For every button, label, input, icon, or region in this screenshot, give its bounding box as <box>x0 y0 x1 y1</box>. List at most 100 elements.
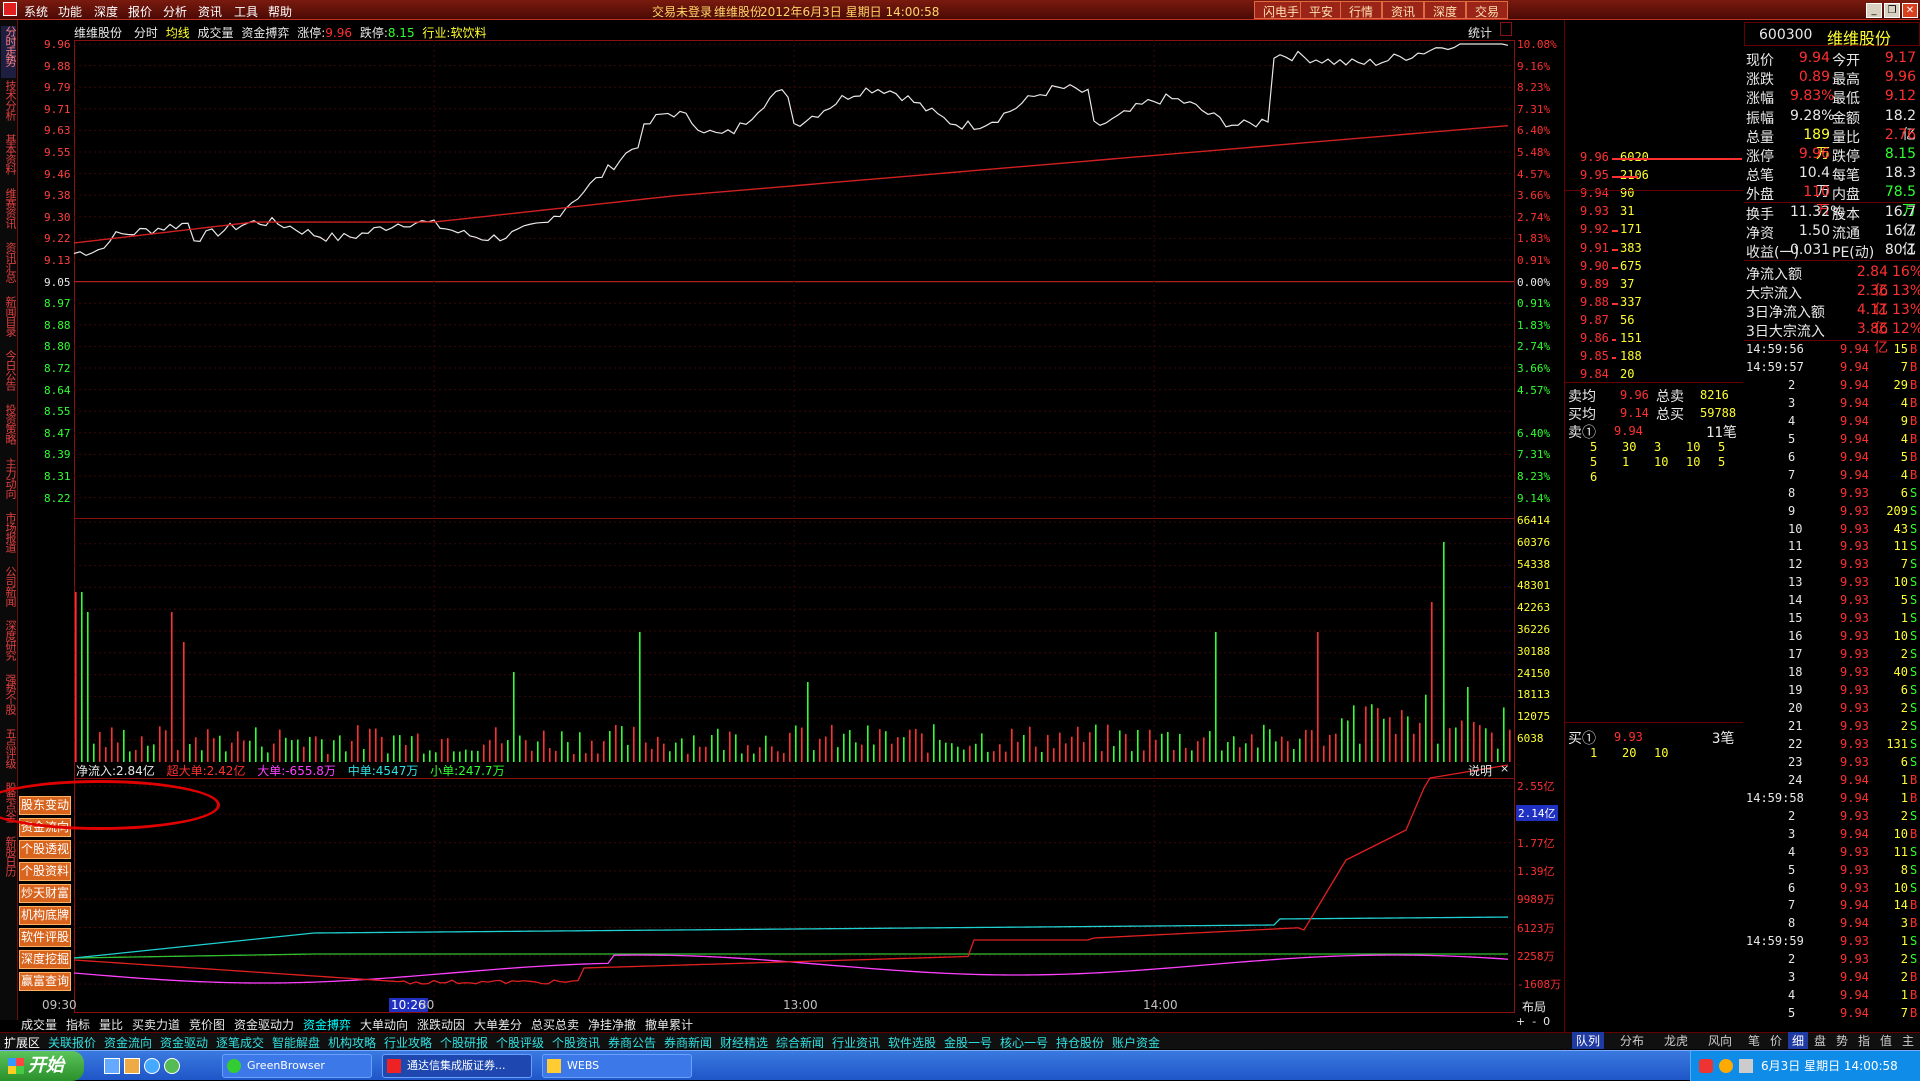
task-tdx[interactable]: 通达信集成版证券... <box>382 1054 532 1078</box>
ext-tab-6[interactable]: 机构攻略 <box>328 1034 376 1051</box>
trade-button[interactable]: 交易 <box>1466 1 1509 19</box>
feature-button-2[interactable]: 个股透视 <box>19 840 71 859</box>
ext-tab-18[interactable]: 核心一号 <box>1000 1034 1048 1051</box>
restore-icon[interactable]: ❐ <box>1884 3 1900 18</box>
vtab-9[interactable]: 市场报道 <box>1 512 17 564</box>
intraday-chart[interactable] <box>74 40 1515 1012</box>
pingan-button[interactable]: 平安 <box>1300 1 1343 19</box>
vtab-11[interactable]: 深度研究 <box>1 620 17 672</box>
menu-item-tools[interactable]: 工具 <box>234 3 258 20</box>
tray-clock[interactable]: 6月3日 星期日 14:00:58 <box>1761 1051 1898 1081</box>
indicator-tab-0[interactable]: 成交量 <box>21 1016 57 1033</box>
indicator-tab-6[interactable]: 资金搏弈 <box>303 1016 351 1033</box>
ext-tab-12[interactable]: 券商新闻 <box>664 1034 712 1051</box>
right-tab-11[interactable]: 主 <box>1898 1032 1918 1049</box>
vtab-7[interactable]: 投资策略 <box>1 404 17 456</box>
indicator-tab-11[interactable]: 净挂净撤 <box>588 1016 636 1033</box>
vtab-15[interactable]: 新股日历 <box>1 836 17 888</box>
task-webs[interactable]: WEBS <box>542 1054 692 1078</box>
layout-button[interactable]: 布局 <box>1522 998 1546 1015</box>
indicator-tab-1[interactable]: 指标 <box>66 1016 90 1033</box>
ext-tab-17[interactable]: 金股一号 <box>944 1034 992 1051</box>
ext-tab-3[interactable]: 资金驱动 <box>160 1034 208 1051</box>
minimize-icon[interactable]: _ <box>1866 3 1882 18</box>
right-tab-6[interactable]: 细 <box>1788 1032 1809 1049</box>
ext-tab-7[interactable]: 行业攻略 <box>384 1034 432 1051</box>
vtab-3[interactable]: 维赛资讯 <box>1 188 17 240</box>
feature-button-7[interactable]: 深度挖掘 <box>19 950 71 969</box>
feature-button-6[interactable]: 软件评股 <box>19 928 71 947</box>
volume-toggle[interactable]: 成交量 <box>198 26 234 40</box>
indicator-tab-9[interactable]: 大单差分 <box>474 1016 522 1033</box>
indicator-tab-8[interactable]: 涨跌动因 <box>417 1016 465 1033</box>
news-button[interactable]: 资讯 <box>1382 1 1425 19</box>
indicator-tab-12[interactable]: 撤单累计 <box>645 1016 693 1033</box>
right-tab-7[interactable]: 盘 <box>1810 1032 1830 1049</box>
right-tab-5[interactable]: 价 <box>1766 1032 1786 1049</box>
ext-tab-4[interactable]: 逐笔成交 <box>216 1034 264 1051</box>
ext-tab-8[interactable]: 个股研报 <box>440 1034 488 1051</box>
task-greenbrowser[interactable]: GreenBrowser <box>222 1054 372 1078</box>
tray-network-icon[interactable] <box>1719 1059 1733 1073</box>
period-label[interactable]: 分时 <box>134 26 158 40</box>
volume-icon[interactable] <box>1739 1059 1753 1073</box>
menu-item-quote[interactable]: 报价 <box>128 3 152 20</box>
ext-tab-9[interactable]: 个股评级 <box>496 1034 544 1051</box>
tray-app-icon[interactable] <box>1699 1059 1713 1073</box>
vtab-5[interactable]: 新闻目录 <box>1 296 17 348</box>
vtab-13[interactable]: 五点评级 <box>1 728 17 780</box>
stats-button[interactable]: 统计 <box>1468 24 1492 41</box>
feature-button-3[interactable]: 个股资料 <box>19 862 71 881</box>
right-tab-0[interactable]: 队列 <box>1572 1032 1605 1049</box>
chart-menu-icon[interactable] <box>1500 22 1512 36</box>
ext-tab-20[interactable]: 账户资金 <box>1112 1034 1160 1051</box>
indicator-tab-10[interactable]: 总买总卖 <box>531 1016 579 1033</box>
ext-tab-5[interactable]: 智能解盘 <box>272 1034 320 1051</box>
vtab-1[interactable]: 技术分析 <box>1 80 17 132</box>
right-tab-10[interactable]: 值 <box>1876 1032 1896 1049</box>
ext-tab-11[interactable]: 券商公告 <box>608 1034 656 1051</box>
indicator-tab-3[interactable]: 买卖力道 <box>132 1016 180 1033</box>
close-icon[interactable]: ✕ <box>1902 3 1918 18</box>
right-tab-8[interactable]: 势 <box>1832 1032 1852 1049</box>
app-logo[interactable] <box>3 2 17 16</box>
vtab-2[interactable]: 基本资料 <box>1 134 17 186</box>
start-button[interactable]: 开始 <box>0 1051 84 1081</box>
indicator-tab-2[interactable]: 量比 <box>99 1016 123 1033</box>
ext-tab-14[interactable]: 综合新闻 <box>776 1034 824 1051</box>
explain-button[interactable]: 说明 <box>1468 762 1492 779</box>
right-tab-2[interactable]: 龙虎 <box>1660 1032 1692 1049</box>
avg-line-toggle[interactable]: 均线 <box>166 26 190 40</box>
quicklaunch-browser-icon[interactable] <box>164 1058 180 1074</box>
feature-button-5[interactable]: 机构底牌 <box>19 906 71 925</box>
indicator-tab-4[interactable]: 竞价图 <box>189 1016 225 1033</box>
vtab-12[interactable]: 强势个股 <box>1 674 17 726</box>
ext-tab-15[interactable]: 行业资讯 <box>832 1034 880 1051</box>
vtab-4[interactable]: 资讯汇总 <box>1 242 17 294</box>
feature-button-8[interactable]: 赢富查询 <box>19 972 71 991</box>
menu-item-system[interactable]: 系统 <box>24 3 48 20</box>
quicklaunch-ie-icon[interactable] <box>144 1058 160 1074</box>
right-tab-9[interactable]: 指 <box>1854 1032 1874 1049</box>
show-desktop-icon[interactable] <box>104 1058 120 1074</box>
right-tab-4[interactable]: 笔 <box>1744 1032 1764 1049</box>
market-button[interactable]: 行情 <box>1340 1 1383 19</box>
close-flow-icon[interactable]: × <box>1500 762 1509 775</box>
ext-tab-16[interactable]: 软件选股 <box>888 1034 936 1051</box>
ext-tab-10[interactable]: 个股资讯 <box>552 1034 600 1051</box>
indicator-tab-5[interactable]: 资金驱动力 <box>234 1016 294 1033</box>
menu-item-news[interactable]: 资讯 <box>198 3 222 20</box>
zoom-controls[interactable]: + - 0 <box>1516 1015 1550 1028</box>
feature-button-4[interactable]: 炒天财富 <box>19 884 71 903</box>
vtab-0[interactable]: 分时走势 <box>1 26 17 78</box>
depth-button[interactable]: 深度 <box>1424 1 1467 19</box>
vtab-10[interactable]: 公司新闻 <box>1 566 17 618</box>
quicklaunch-folder-icon[interactable] <box>124 1058 140 1074</box>
vtab-8[interactable]: 主力动向 <box>1 458 17 510</box>
right-tab-3[interactable]: 风向 <box>1704 1032 1736 1049</box>
right-tab-1[interactable]: 分布 <box>1616 1032 1648 1049</box>
menu-item-function[interactable]: 功能 <box>58 3 82 20</box>
ext-tab-0[interactable]: 扩展区 <box>4 1034 40 1051</box>
menu-item-help[interactable]: 帮助 <box>268 3 292 20</box>
vtab-6[interactable]: 今日公告 <box>1 350 17 402</box>
